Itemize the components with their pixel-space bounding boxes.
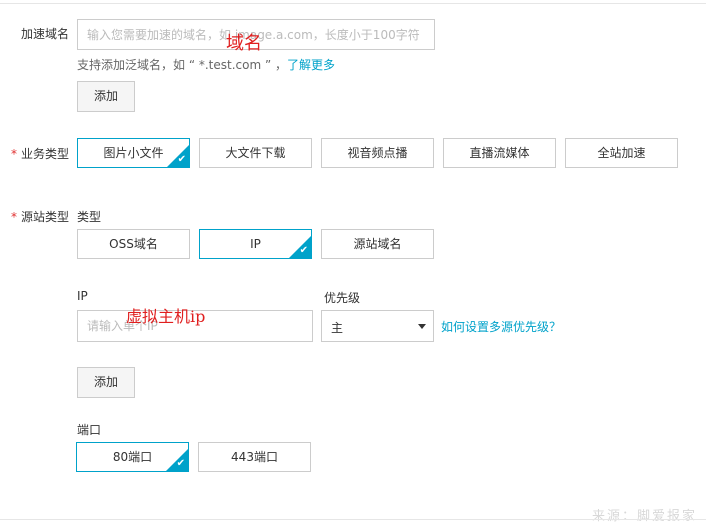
origin-option-ip[interactable]: IP ✔ [199, 229, 312, 259]
bottom-divider [0, 519, 706, 520]
origin-option-oss[interactable]: OSS域名 [77, 229, 190, 259]
chevron-down-icon [418, 324, 426, 329]
origin-type-label-text: 源站类型 [21, 210, 70, 224]
domain-hint: 支持添加泛域名，如 “ *.test.com ” ，了解更多 [77, 56, 335, 73]
origin-option-label: OSS域名 [109, 237, 158, 251]
check-icon: ✔ [177, 154, 186, 165]
port-option-443[interactable]: 443端口 [198, 442, 311, 472]
add-domain-button[interactable]: 添加 [77, 81, 135, 112]
priority-label: 优先级 [324, 291, 361, 305]
priority-select[interactable]: 主 [321, 310, 434, 342]
port-option-label: 80端口 [112, 450, 153, 464]
origin-subtype-label: 类型 [77, 210, 102, 224]
port-option-label: 443端口 [231, 450, 278, 464]
business-option-label: 视音频点播 [347, 146, 408, 160]
business-option-live-streaming[interactable]: 直播流媒体 [443, 138, 556, 168]
domain-hint-text: 支持添加泛域名，如 “ *.test.com ” ， [77, 58, 287, 72]
add-ip-button[interactable]: 添加 [77, 367, 135, 398]
origin-option-label: 源站域名 [353, 237, 402, 251]
origin-option-label: IP [250, 237, 261, 251]
ip-annotation: 虚拟主机ip [126, 307, 206, 326]
business-type-label: * 业务类型 [11, 145, 69, 162]
domain-label: 加速域名 [21, 27, 70, 41]
learn-more-link[interactable]: 了解更多 [287, 58, 335, 72]
watermark: 来源：脚爱报家 [592, 509, 698, 524]
business-option-label: 图片小文件 [103, 146, 164, 160]
top-divider [0, 3, 706, 4]
origin-type-label: * 源站类型 [11, 208, 69, 225]
business-option-full-site[interactable]: 全站加速 [565, 138, 678, 168]
check-icon: ✔ [176, 458, 185, 469]
domain-annotation: 域名 [226, 33, 262, 54]
business-option-image-small-file[interactable]: 图片小文件 ✔ [77, 138, 190, 168]
required-mark: * [11, 147, 17, 161]
business-option-large-file-download[interactable]: 大文件下载 [199, 138, 312, 168]
business-option-vod[interactable]: 视音频点播 [321, 138, 434, 168]
business-type-label-text: 业务类型 [21, 147, 70, 161]
ip-label: IP [77, 289, 88, 303]
required-mark: * [11, 210, 17, 224]
business-option-label: 大文件下载 [225, 146, 286, 160]
business-option-label: 直播流媒体 [469, 146, 530, 160]
check-icon: ✔ [299, 245, 308, 256]
origin-option-origin-domain[interactable]: 源站域名 [321, 229, 434, 259]
port-label: 端口 [77, 423, 102, 437]
priority-select-value: 主 [331, 321, 344, 335]
port-option-80[interactable]: 80端口 ✔ [76, 442, 189, 472]
business-option-label: 全站加速 [597, 146, 646, 160]
priority-help-link[interactable]: 如何设置多源优先级？ [441, 318, 561, 335]
